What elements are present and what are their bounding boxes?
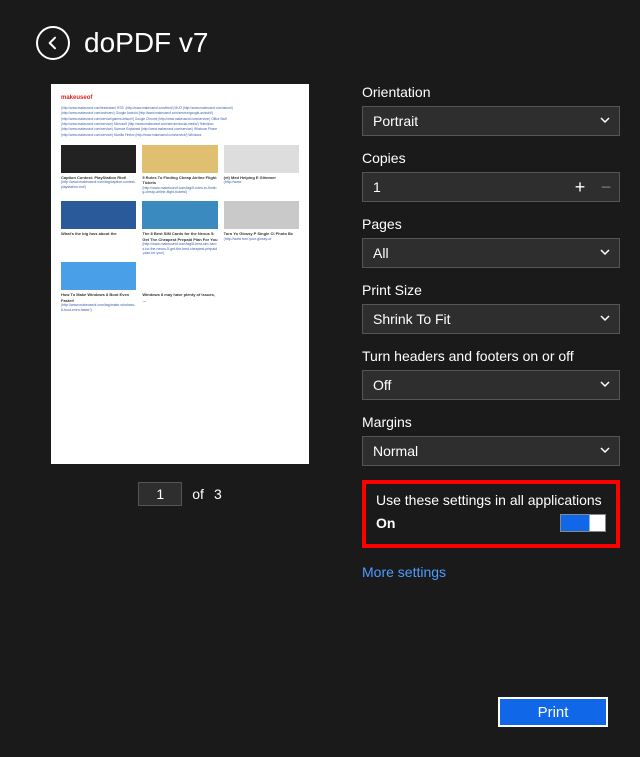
- logo-prefix: make: [61, 95, 76, 101]
- preview-card-link: (http://www.makeuseof.com/tag/5-rules-to…: [142, 186, 217, 195]
- margins-select[interactable]: Normal: [362, 436, 620, 466]
- pager: of 3: [138, 482, 221, 506]
- preview-card-image: [224, 145, 299, 173]
- preview-card-link: (http://www: [224, 180, 299, 185]
- copies-value[interactable]: 1: [363, 173, 567, 201]
- preview-card-title: Windows 8 may have plenty of issues, …: [142, 292, 217, 303]
- preview-card: What's the big fuss about the: [61, 201, 136, 256]
- orientation-group: Orientation Portrait: [362, 84, 620, 136]
- copies-group: Copies 1 + −: [362, 150, 620, 202]
- pages-select[interactable]: All: [362, 238, 620, 268]
- preview-link-line: (http://www.makeuseof.com/archives/) Goo…: [61, 111, 299, 115]
- print-size-select[interactable]: Shrink To Fit: [362, 304, 620, 334]
- chevron-down-icon: [599, 311, 611, 327]
- preview-card-title: Turn Yo Glossy P Single Cl Photo Bc: [224, 231, 299, 236]
- preview-card: [224, 262, 299, 312]
- preview-card-image: [61, 201, 136, 229]
- pages-group: Pages All: [362, 216, 620, 268]
- preview-card: How To Make Windows 8 Boot Even Faster!(…: [61, 262, 136, 312]
- settings-panel: Orientation Portrait Copies 1 + − Pages …: [362, 78, 620, 582]
- preview-card: Caption Contest: PlayStation Riot!(http:…: [61, 145, 136, 195]
- content: makeuseof (http://www.makeuseof.com/feed…: [0, 78, 640, 582]
- preview-card: Turn Yo Glossy P Single Cl Photo Bc(http…: [224, 201, 299, 256]
- pages-value: All: [373, 245, 389, 261]
- use-all-apps-state: On: [376, 515, 395, 531]
- use-all-apps-toggle[interactable]: [560, 514, 606, 532]
- headers-footers-select[interactable]: Off: [362, 370, 620, 400]
- preview-card-title: What's the big fuss about the: [61, 231, 136, 236]
- chevron-down-icon: [599, 245, 611, 261]
- copies-label: Copies: [362, 150, 620, 166]
- use-all-apps-highlight: Use these settings in all applications O…: [362, 480, 620, 548]
- preview-card-image: [142, 262, 217, 290]
- preview-card-link: (http://www.makeuseof.com/tag/8-best-sim…: [142, 242, 217, 256]
- preview-card: 5 Rules To Finding Cheap Airline Flight …: [142, 145, 217, 195]
- more-settings-link[interactable]: More settings: [362, 564, 446, 580]
- copies-increment-button[interactable]: +: [567, 173, 593, 201]
- back-button[interactable]: [36, 26, 70, 60]
- preview-panel: makeuseof (http://www.makeuseof.com/feed…: [0, 78, 340, 582]
- preview-card-title: How To Make Windows 8 Boot Even Faster!: [61, 292, 136, 303]
- preview-logo: makeuseof: [61, 94, 299, 102]
- print-button[interactable]: Print: [498, 697, 608, 727]
- use-all-apps-row: On: [376, 514, 606, 532]
- preview-card-image: [224, 262, 299, 290]
- margins-label: Margins: [362, 414, 620, 430]
- header: doPDF v7: [0, 0, 640, 78]
- orientation-value: Portrait: [373, 113, 418, 129]
- headers-footers-group: Turn headers and footers on or off Off: [362, 348, 620, 400]
- chevron-down-icon: [599, 377, 611, 393]
- chevron-down-icon: [599, 443, 611, 459]
- copies-stepper: 1 + −: [362, 172, 620, 202]
- headers-footers-value: Off: [373, 377, 391, 393]
- preview-card-image: [224, 201, 299, 229]
- preview-link-line: (http://www.makeuseof.com/service/games-…: [61, 117, 299, 121]
- print-size-value: Shrink To Fit: [373, 311, 451, 327]
- print-size-group: Print Size Shrink To Fit: [362, 282, 620, 334]
- preview-card-link: (http://www turn-your-glossy-of: [224, 237, 299, 242]
- page-number-input[interactable]: [138, 482, 182, 506]
- footer: Print: [498, 697, 608, 727]
- margins-group: Margins Normal: [362, 414, 620, 466]
- orientation-label: Orientation: [362, 84, 620, 100]
- preview-card-title: The 8 Best SIM Cards for the Nexus 5: Ge…: [142, 231, 217, 242]
- preview-card: (et) Med Helping E Glimmer(http://www: [224, 145, 299, 195]
- preview-link-line: (http://www.makeuseof.com/service/) Scie…: [61, 127, 299, 131]
- logo-suffix: of: [87, 95, 93, 101]
- copies-decrement-button[interactable]: −: [593, 173, 619, 201]
- orientation-select[interactable]: Portrait: [362, 106, 620, 136]
- use-all-apps-label: Use these settings in all applications: [376, 492, 606, 508]
- preview-card-image: [142, 145, 217, 173]
- pager-of-label: of: [192, 486, 204, 502]
- pages-label: Pages: [362, 216, 620, 232]
- preview-card-title: 5 Rules To Finding Cheap Airline Flight …: [142, 175, 217, 186]
- preview-card-link: (http://www.makeuseof.com/tag/caption-co…: [61, 180, 136, 189]
- preview-card: Windows 8 may have plenty of issues, …: [142, 262, 217, 312]
- margins-value: Normal: [373, 443, 418, 459]
- chevron-down-icon: [599, 113, 611, 129]
- preview-link-line: (http://www.makeuseof.com/service/) Mozi…: [61, 133, 299, 137]
- preview-link-line: (http://www.makeuseof.com/feed/atom) RSS…: [61, 106, 299, 110]
- preview-card-image: [61, 145, 136, 173]
- page-title: doPDF v7: [84, 27, 209, 59]
- preview-card-image: [142, 201, 217, 229]
- preview-card-link: (http://www.makeuseof.com/tag/make-windo…: [61, 303, 136, 312]
- preview-card: The 8 Best SIM Cards for the Nexus 5: Ge…: [142, 201, 217, 256]
- logo-accent: use: [76, 95, 86, 101]
- headers-footers-label: Turn headers and footers on or off: [362, 348, 620, 364]
- print-size-label: Print Size: [362, 282, 620, 298]
- preview-link-line: (http://www.makeuseof.com/service/) Micr…: [61, 122, 299, 126]
- print-preview-page[interactable]: makeuseof (http://www.makeuseof.com/feed…: [51, 84, 309, 464]
- arrow-left-icon: [45, 35, 61, 51]
- preview-card-image: [61, 262, 136, 290]
- pager-total: 3: [214, 486, 222, 502]
